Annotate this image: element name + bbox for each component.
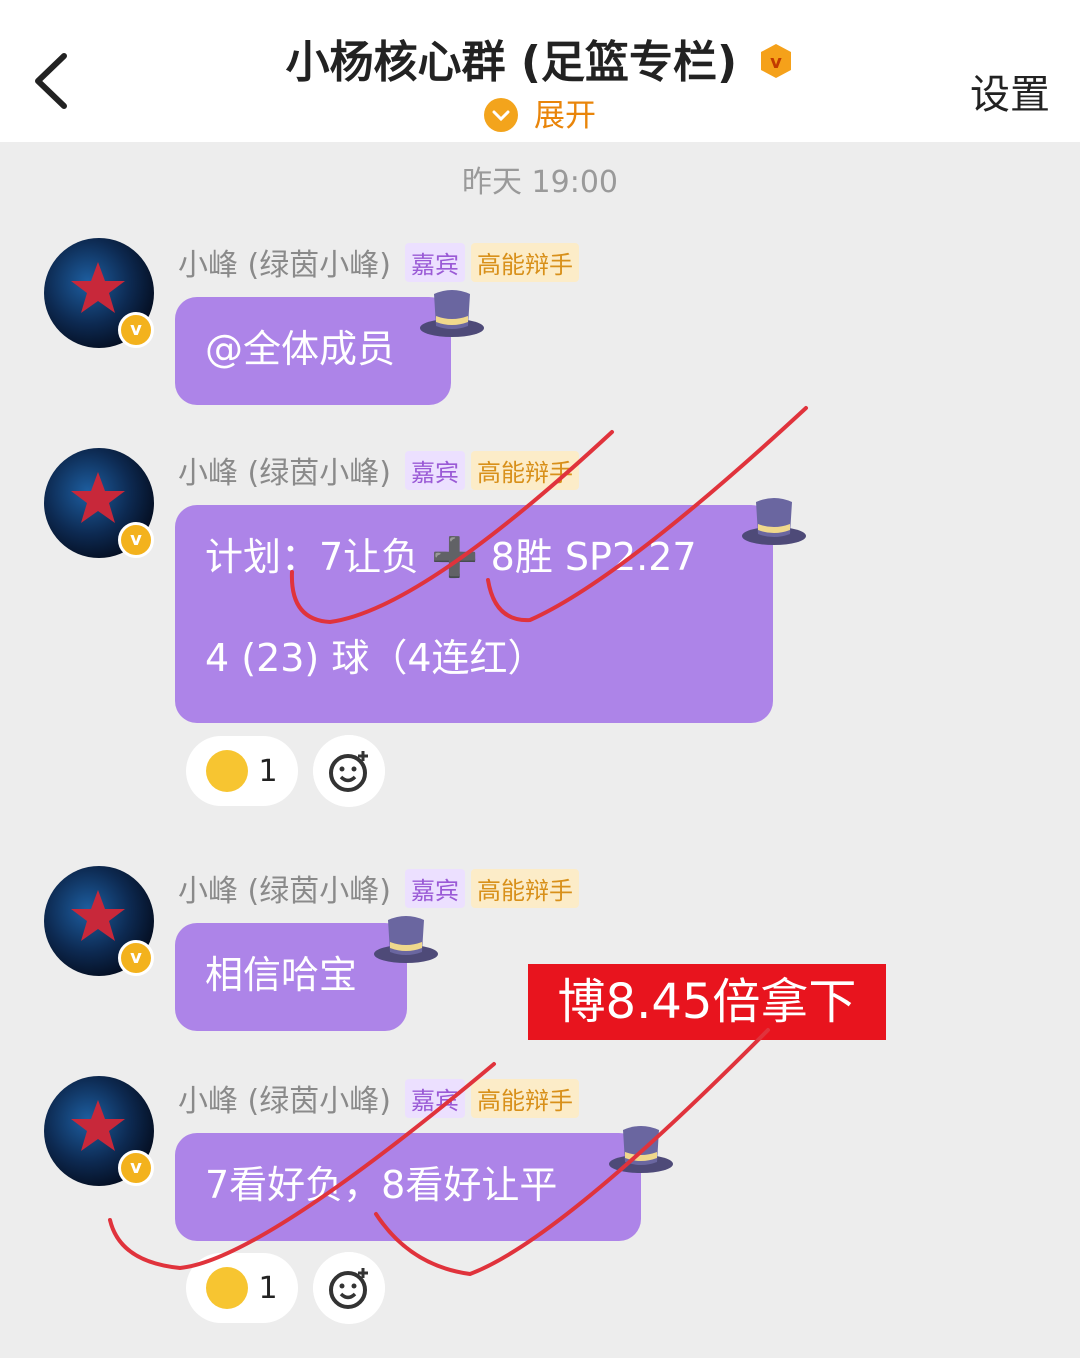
avatar[interactable]: v [44, 1076, 154, 1186]
star-icon [71, 1100, 125, 1151]
verified-badge: v [118, 1150, 154, 1186]
message-text: 4 (23) 球（4连红） [205, 636, 546, 681]
top-hat-icon [609, 1126, 673, 1173]
message-text: 相信哈宝 [205, 953, 358, 997]
chevron-down-circle-icon [484, 97, 518, 132]
top-hat-icon [420, 290, 484, 337]
message-text: 7看好负，8看好让平 [205, 1163, 558, 1207]
expand-label: 展开 [534, 98, 596, 134]
avatar[interactable]: v [44, 448, 154, 558]
guest-tag: 嘉宾 [404, 450, 465, 490]
message-bubble[interactable]: 7看好负，8看好让平 [175, 1133, 641, 1241]
verified-badge: v [118, 522, 154, 558]
svg-text:v: v [771, 52, 783, 73]
expand-button[interactable]: 展开 [0, 90, 1080, 135]
message-timestamp: 昨天 19:00 [462, 165, 618, 200]
verified-v-icon: v [761, 44, 792, 78]
message-bubble[interactable]: 计划：7让负 ➕ 8胜 SP2.27 4 (23) 球（4连红） [175, 505, 773, 723]
debater-tag: 高能辩手 [470, 1078, 579, 1118]
debater-tag: 高能辩手 [470, 868, 579, 908]
flower-smile-emoji-icon [206, 1267, 249, 1309]
sender-name[interactable]: 小峰 (绿茵小峰) [178, 448, 391, 492]
settings-button[interactable]: 设置 [970, 62, 1050, 120]
debater-tag: 高能辩手 [470, 450, 579, 490]
verified-badge: v [118, 940, 154, 976]
message-text: @全体成员 [205, 327, 396, 371]
add-reaction-icon[interactable] [313, 1252, 385, 1324]
reaction-count: 1 [258, 1270, 278, 1306]
avatar[interactable]: v [44, 866, 154, 976]
avatar[interactable]: v [44, 238, 154, 348]
reaction-count: 1 [258, 753, 278, 789]
sender-row: 小峰 (绿茵小峰) 嘉宾 高能辩手 [178, 1076, 585, 1120]
win-stamp: 博8.45倍拿下 [528, 964, 886, 1040]
add-reaction-icon[interactable] [313, 735, 385, 807]
reaction-chip[interactable]: 1 [186, 1253, 298, 1323]
chat-header: 小杨核心群 (足篮专栏) v 展开 设置 [0, 0, 1080, 142]
flower-smile-emoji-icon [206, 750, 249, 792]
group-title: 小杨核心群 (足篮专栏) [285, 37, 738, 88]
star-icon [71, 472, 125, 523]
star-icon [71, 262, 125, 313]
guest-tag: 嘉宾 [404, 242, 465, 282]
sender-row: 小峰 (绿茵小峰) 嘉宾 高能辩手 [178, 240, 585, 284]
sender-name[interactable]: 小峰 (绿茵小峰) [178, 240, 391, 284]
sender-row: 小峰 (绿茵小峰) 嘉宾 高能辩手 [178, 866, 585, 910]
top-hat-icon [742, 498, 806, 545]
debater-tag: 高能辩手 [470, 242, 579, 282]
guest-tag: 嘉宾 [404, 868, 465, 908]
reaction-chip[interactable]: 1 [186, 736, 298, 806]
sender-name[interactable]: 小峰 (绿茵小峰) [178, 866, 391, 910]
star-icon [71, 890, 125, 941]
sender-name[interactable]: 小峰 (绿茵小峰) [178, 1076, 391, 1120]
top-hat-icon [374, 916, 438, 963]
group-title-row: 小杨核心群 (足篮专栏) v [0, 26, 1080, 90]
message-text: 计划：7让负 ➕ 8胜 SP2.27 [205, 535, 697, 579]
guest-tag: 嘉宾 [404, 1078, 465, 1118]
verified-badge: v [118, 312, 154, 348]
message-bubble[interactable]: @全体成员 [175, 297, 451, 405]
sender-row: 小峰 (绿茵小峰) 嘉宾 高能辩手 [178, 448, 585, 492]
